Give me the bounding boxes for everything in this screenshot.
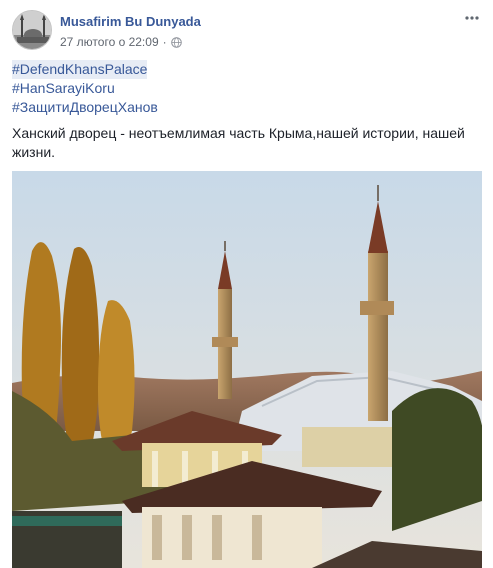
avatar-image	[13, 11, 51, 49]
hashtag-zashchiti-dvorets-khanov[interactable]: #ЗащитиДворецХанов	[12, 98, 158, 117]
more-options-icon[interactable]	[462, 10, 482, 26]
globe-icon[interactable]	[170, 36, 182, 48]
post-meta: 27 лютого о 22:09 ·	[60, 35, 182, 49]
post-header: Musafirim Bu Dunyada 27 лютого о 22:09 ·	[12, 10, 482, 54]
post-photo[interactable]	[12, 171, 482, 568]
post-message: Ханский дворец - неотъемлимая часть Крым…	[12, 125, 465, 160]
facebook-post: Musafirim Bu Dunyada 27 лютого о 22:09 ·…	[0, 0, 493, 568]
author-avatar[interactable]	[12, 10, 52, 50]
meta-separator: ·	[162, 35, 167, 49]
post-timestamp[interactable]: 27 лютого о 22:09	[60, 35, 159, 49]
palace-photo-illustration	[12, 171, 482, 568]
hashtag-han-sarayi-koru[interactable]: #HanSarayiKoru	[12, 79, 115, 98]
author-name[interactable]: Musafirim Bu Dunyada	[60, 14, 201, 29]
hashtag-list: #DefendKhansPalace #HanSarayiKoru #Защит…	[12, 60, 158, 117]
hashtag-defend-khans-palace[interactable]: #DefendKhansPalace	[12, 60, 148, 79]
